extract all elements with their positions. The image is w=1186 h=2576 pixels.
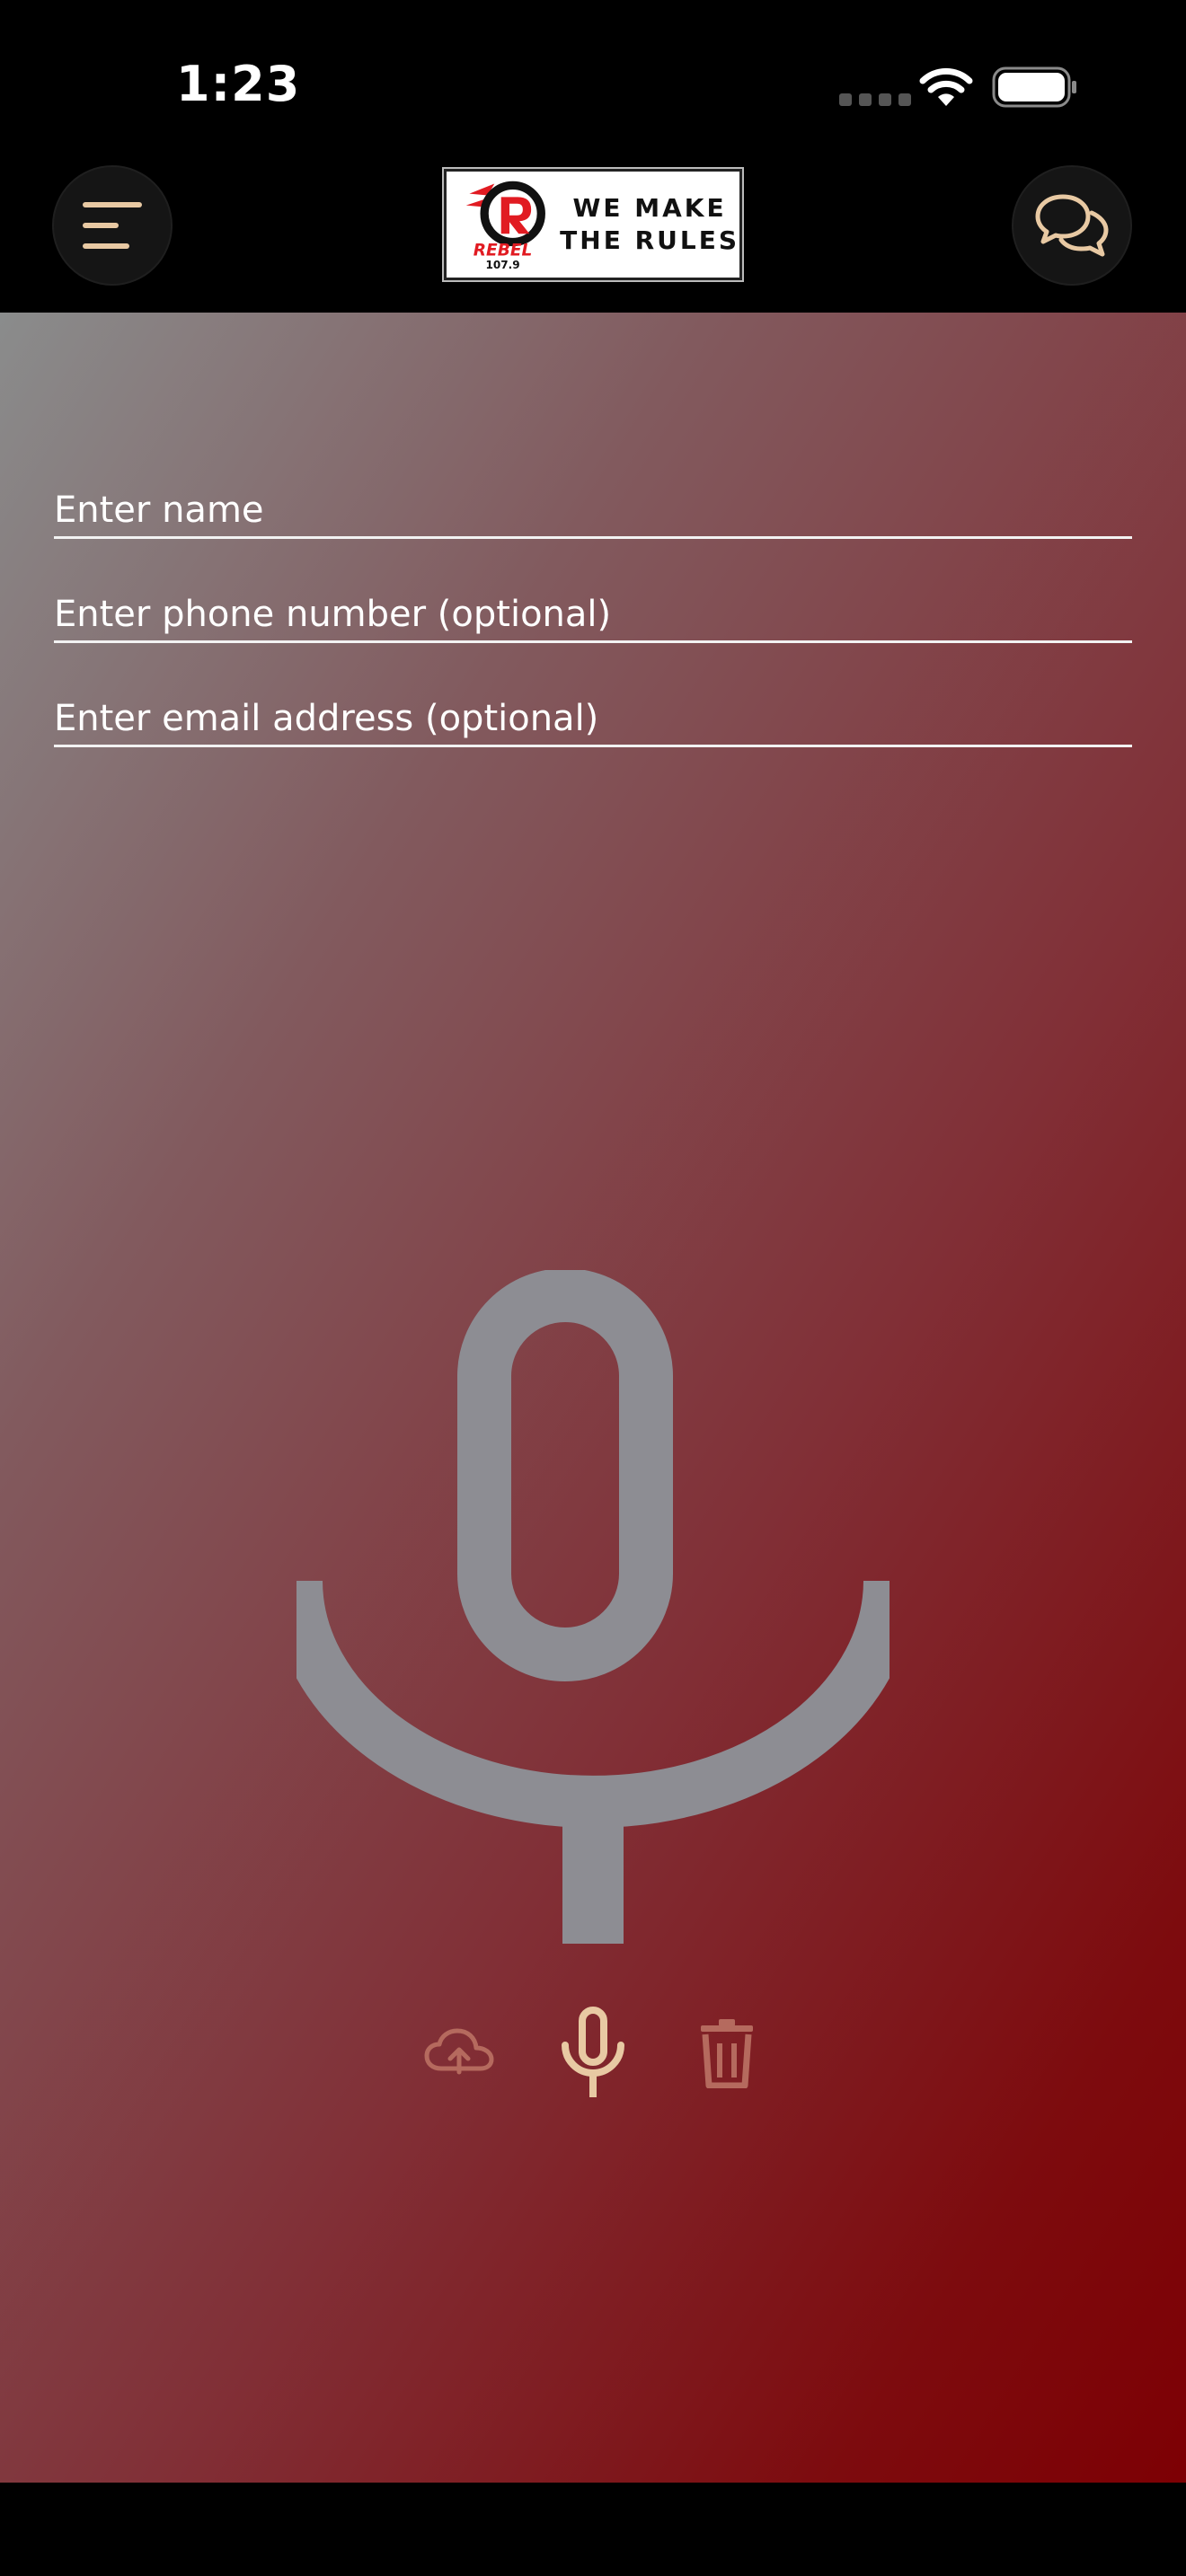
name-input[interactable]: [54, 490, 1132, 531]
delete-button[interactable]: [677, 2003, 776, 2102]
wifi-icon: [919, 67, 973, 106]
recorder-controls: [0, 2003, 1186, 2102]
recording-panel: [0, 313, 1186, 2483]
app-header: REBEL 107.9 WE MAKE THE RULES: [0, 153, 1186, 313]
station-logo: REBEL 107.9 WE MAKE THE RULES: [442, 167, 744, 282]
trash-icon: [701, 2019, 753, 2088]
chat-button[interactable]: [1013, 167, 1130, 284]
name-field[interactable]: [54, 476, 1132, 539]
status-time: 1:23: [176, 56, 301, 112]
cellular-icon: [839, 93, 911, 106]
phone-input[interactable]: [54, 594, 1132, 635]
battery-icon: [992, 66, 1076, 108]
upload-button[interactable]: [410, 2003, 509, 2102]
logo-tagline-line2: THE RULES: [560, 225, 739, 255]
microphone-icon: [296, 1270, 890, 1944]
logo-frequency: 107.9: [485, 259, 519, 271]
microphone-icon: [562, 2007, 624, 2097]
logo-tagline-line1: WE MAKE: [572, 193, 727, 223]
voice-message-screen: 1:23 REBEL 107.9 WE MAKE THE RULES Enter…: [0, 0, 1186, 2576]
email-input[interactable]: [54, 698, 1132, 739]
logo-tagline: WE MAKE THE RULES: [560, 192, 739, 257]
logo-brand: REBEL: [474, 241, 533, 260]
bottom-bar: [0, 2483, 1186, 2576]
phone-field[interactable]: [54, 580, 1132, 643]
cloud-upload-icon: [424, 2028, 494, 2075]
record-button[interactable]: [544, 2003, 642, 2102]
status-bar: 1:23: [0, 0, 1186, 171]
email-field[interactable]: [54, 684, 1132, 747]
rebel-logo-mark: REBEL 107.9: [465, 181, 545, 271]
menu-button[interactable]: [54, 167, 171, 284]
chat-bubbles-icon: [1035, 194, 1109, 257]
menu-icon: [83, 202, 142, 249]
